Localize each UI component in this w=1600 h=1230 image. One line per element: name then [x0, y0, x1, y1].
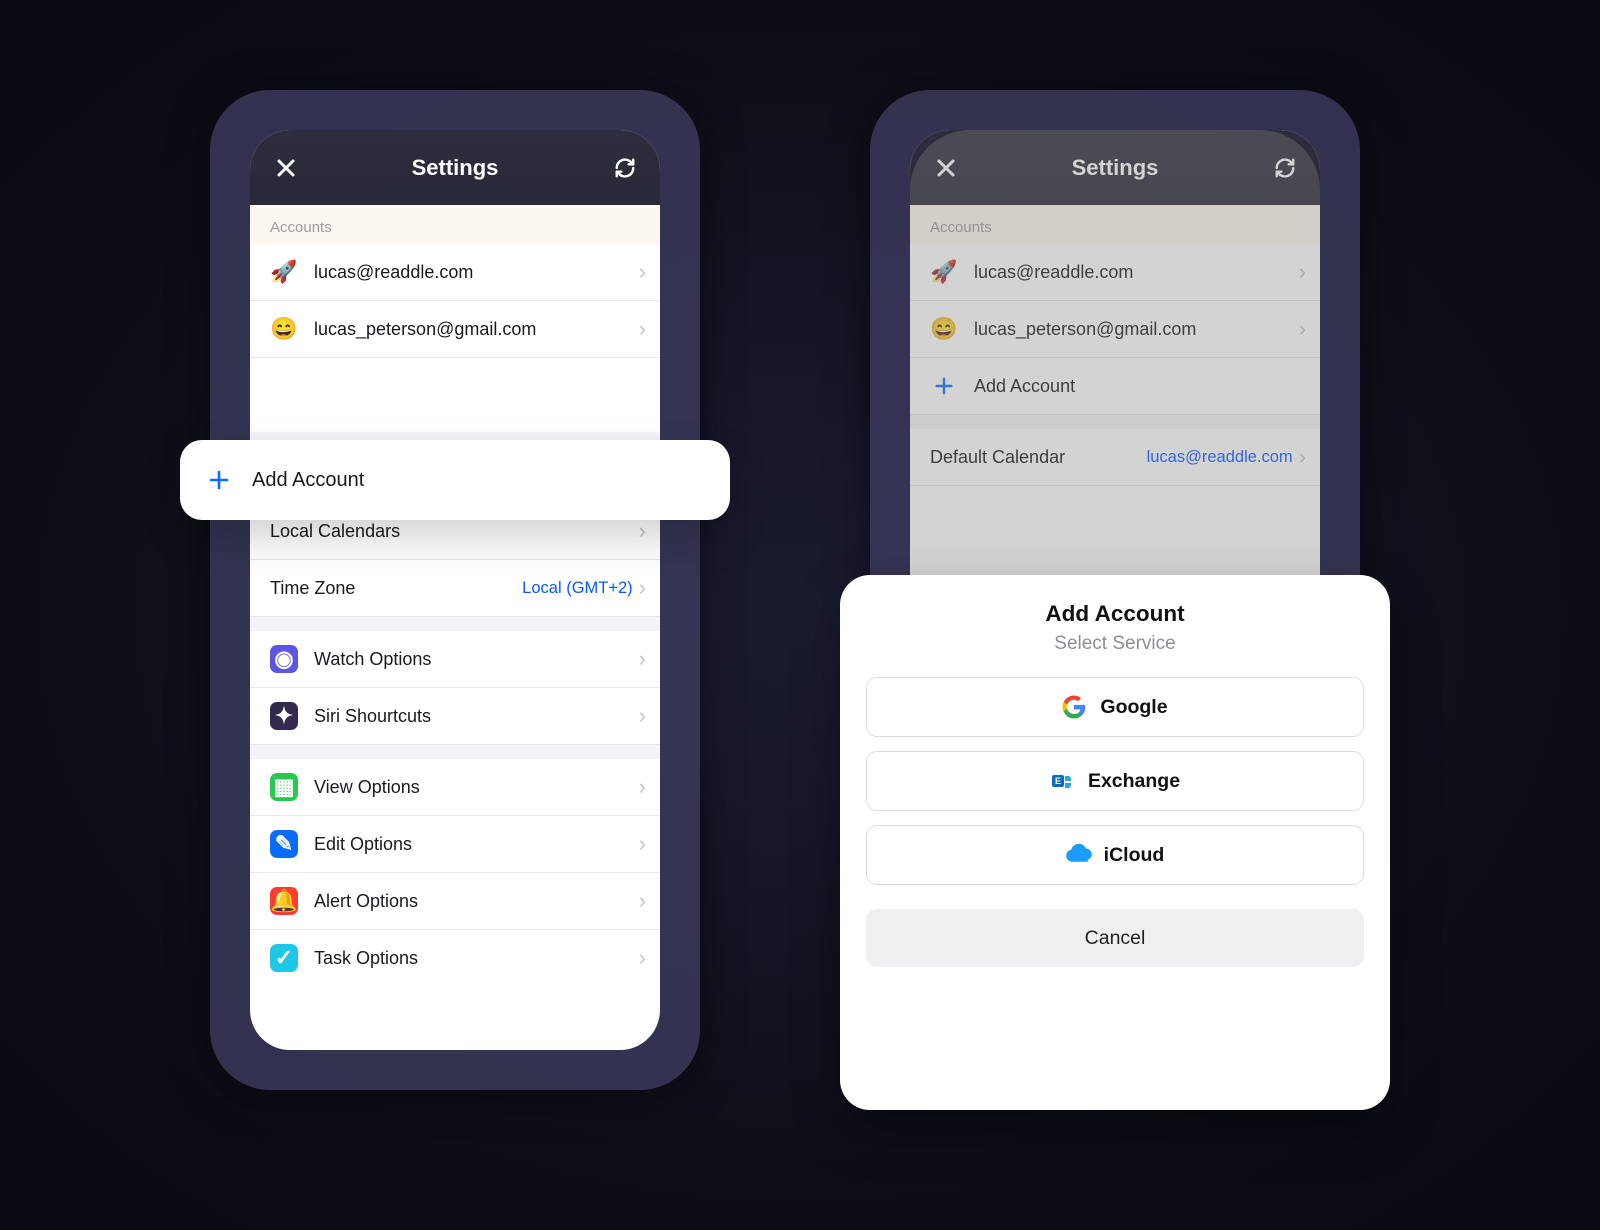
section-accounts-label: Accounts	[250, 205, 660, 244]
service-icloud-button[interactable]: iCloud	[866, 825, 1364, 885]
chevron-right-icon: ›	[639, 646, 646, 672]
chevron-right-icon: ›	[639, 888, 646, 914]
service-exchange-button[interactable]: E Exchange	[866, 751, 1364, 811]
screen: Settings Accounts 🚀 lucas@readdle.com › …	[250, 130, 660, 1050]
add-account-button[interactable]: Add Account	[180, 440, 730, 520]
header: Settings	[250, 130, 660, 205]
refresh-icon	[614, 157, 636, 179]
task-icon: ✓	[270, 944, 298, 972]
service-label: Google	[1100, 696, 1167, 719]
close-icon	[276, 158, 296, 178]
chevron-right-icon: ›	[639, 703, 646, 729]
icloud-icon	[1066, 843, 1090, 867]
view-options-row[interactable]: ▦ View Options ›	[250, 759, 660, 816]
google-icon	[1062, 695, 1086, 719]
account-row[interactable]: 🚀 lucas@readdle.com ›	[250, 244, 660, 301]
settings-list: Accounts 🚀 lucas@readdle.com › 😄 lucas_p…	[250, 205, 660, 986]
add-account-label: Add Account	[252, 469, 364, 492]
chevron-right-icon: ›	[639, 575, 646, 601]
cancel-label: Cancel	[1085, 927, 1146, 950]
phone-settings-addaccount: Settings Accounts 🚀 lucas@readdle.com › …	[210, 90, 700, 1090]
edit-options-row[interactable]: ✎ Edit Options ›	[250, 816, 660, 873]
add-account-sheet: Add Account Select Service Google E Exch…	[840, 575, 1390, 1110]
plus-icon	[204, 465, 234, 495]
row-label: Task Options	[314, 948, 639, 969]
watch-options-row[interactable]: ◉ Watch Options ›	[250, 631, 660, 688]
siri-shortcuts-row[interactable]: ✦ Siri Shourtcuts ›	[250, 688, 660, 745]
row-label: Siri Shourtcuts	[314, 706, 639, 727]
service-google-button[interactable]: Google	[866, 677, 1364, 737]
edit-icon: ✎	[270, 830, 298, 858]
row-label: Alert Options	[314, 891, 639, 912]
smile-icon: 😄	[270, 315, 298, 343]
alert-options-row[interactable]: 🔔 Alert Options ›	[250, 873, 660, 930]
rocket-icon: 🚀	[270, 258, 298, 286]
account-row[interactable]: 😄 lucas_peterson@gmail.com ›	[250, 301, 660, 358]
chevron-right-icon: ›	[639, 316, 646, 342]
row-label: Edit Options	[314, 834, 639, 855]
refresh-button[interactable]	[597, 130, 652, 205]
timezone-row[interactable]: Time Zone Local (GMT+2) ›	[250, 560, 660, 617]
add-account-placeholder	[250, 358, 660, 432]
siri-icon: ✦	[270, 702, 298, 730]
account-email: lucas@readdle.com	[314, 262, 639, 283]
chevron-right-icon: ›	[639, 831, 646, 857]
service-label: iCloud	[1104, 844, 1165, 867]
chevron-right-icon: ›	[639, 774, 646, 800]
row-label: Time Zone	[270, 578, 522, 599]
chevron-right-icon: ›	[639, 259, 646, 285]
phone-settings-selectservice: Settings Accounts 🚀 lucas@readdle.com › …	[870, 90, 1360, 1090]
page-title: Settings	[412, 155, 499, 181]
row-label: View Options	[314, 777, 639, 798]
service-label: Exchange	[1088, 770, 1180, 793]
bell-icon: 🔔	[270, 887, 298, 915]
cancel-button[interactable]: Cancel	[866, 909, 1364, 967]
chevron-right-icon: ›	[639, 518, 646, 544]
row-label: Local Calendars	[270, 521, 639, 542]
exchange-icon: E	[1050, 769, 1074, 793]
row-value: Local (GMT+2)	[522, 579, 633, 598]
chevron-right-icon: ›	[639, 945, 646, 971]
row-label: Watch Options	[314, 649, 639, 670]
task-options-row[interactable]: ✓ Task Options ›	[250, 930, 660, 986]
watch-icon: ◉	[270, 645, 298, 673]
svg-text:E: E	[1055, 776, 1061, 786]
account-email: lucas_peterson@gmail.com	[314, 319, 639, 340]
sheet-title: Add Account	[866, 601, 1364, 627]
grid-icon: ▦	[270, 773, 298, 801]
sheet-subtitle: Select Service	[866, 633, 1364, 655]
close-button[interactable]	[258, 130, 313, 205]
